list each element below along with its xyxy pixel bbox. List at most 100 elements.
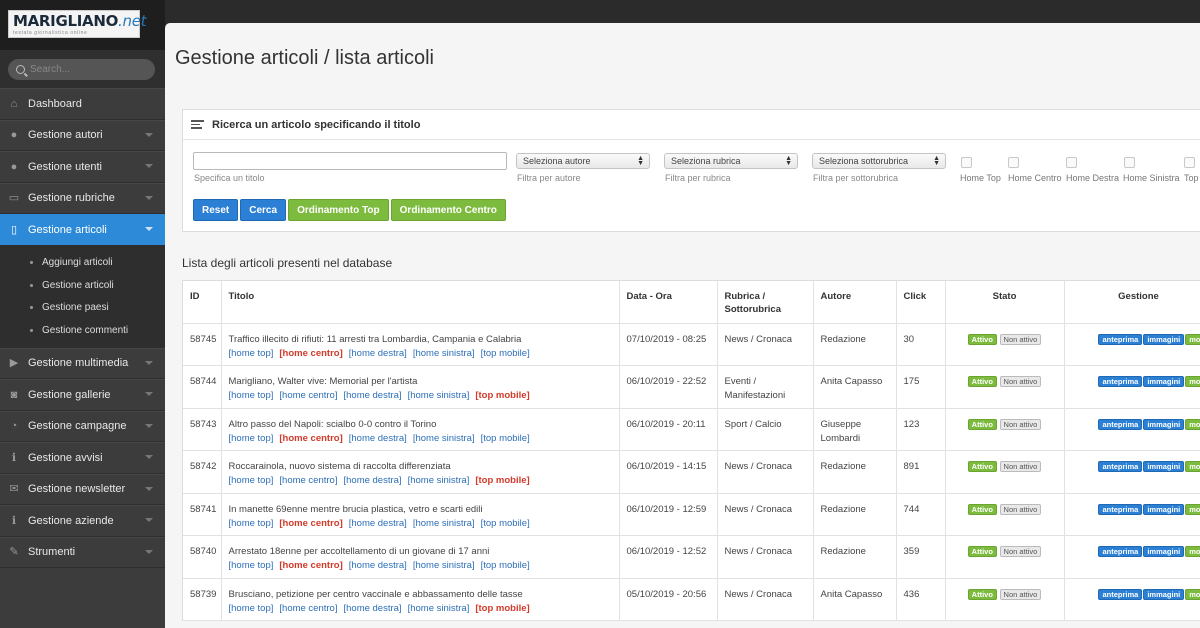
top-mobile-checkbox[interactable] [1184, 157, 1195, 168]
sidebar-item-gestione-articoli[interactable]: ▯ Gestione articoli [0, 214, 165, 246]
placement-link[interactable]: [home sinistra] [408, 390, 470, 401]
col-header-gestione[interactable]: Gestione [1064, 281, 1200, 324]
status-active-button[interactable]: Attivo [967, 546, 997, 557]
images-button[interactable]: immagini [1143, 461, 1185, 472]
placement-link[interactable]: [home centro] [279, 390, 337, 401]
col-header-click[interactable]: Click [896, 281, 946, 324]
status-inactive-button[interactable]: Non attivo [999, 588, 1042, 600]
col-header-data[interactable]: Data - Ora [619, 281, 718, 324]
submenu-item[interactable]: Gestione commenti [0, 319, 165, 342]
images-button[interactable]: immagini [1143, 588, 1185, 600]
reset-button[interactable]: Reset [193, 199, 239, 221]
sidebar-item-gestione-multimedia[interactable]: ▶ Gestione multimedia [0, 347, 165, 379]
preview-button[interactable]: anteprima [1098, 376, 1143, 387]
placement-link[interactable]: [home centro] [279, 433, 342, 444]
edit-button[interactable]: mo [1185, 503, 1200, 515]
home-centro-checkbox[interactable] [1008, 157, 1019, 168]
placement-link[interactable]: [home sinistra] [413, 348, 475, 359]
sidebar-item-gestione-campagne[interactable]: ◔ Gestione campagne [0, 410, 165, 442]
order-top-button[interactable]: Ordinamento Top [288, 199, 389, 221]
logo[interactable]: MARIGLIANO.net testata giornalistica onl… [8, 10, 147, 38]
sidebar-item-gestione-avvisi[interactable]: ℹ Gestione avvisi [0, 442, 165, 474]
home-top-checkbox[interactable] [961, 157, 972, 168]
placement-link[interactable]: [top mobile] [481, 560, 530, 571]
submenu-item[interactable]: Gestione articoli [0, 274, 165, 297]
submenu-item[interactable]: Gestione paesi [0, 297, 165, 320]
placement-link[interactable]: [home top] [229, 560, 274, 571]
status-inactive-button[interactable]: Non attivo [999, 503, 1042, 515]
status-active-button[interactable]: Attivo [967, 418, 997, 430]
images-button[interactable]: immagini [1143, 546, 1185, 557]
status-inactive-button[interactable]: Non attivo [999, 546, 1042, 557]
placement-link[interactable]: [home top] [229, 518, 274, 529]
placement-link[interactable]: [home top] [229, 390, 274, 401]
placement-link[interactable]: [home centro] [279, 560, 342, 571]
placement-link[interactable]: [top mobile] [475, 603, 529, 614]
images-button[interactable]: immagini [1143, 376, 1185, 387]
placement-link[interactable]: [home destra] [343, 603, 401, 614]
sidebar-search-input[interactable] [8, 59, 155, 80]
sidebar-item-gestione-rubriche[interactable]: ▭ Gestione rubriche [0, 182, 165, 214]
placement-link[interactable]: [top mobile] [481, 348, 530, 359]
status-active-button[interactable]: Attivo [967, 588, 997, 600]
placement-link[interactable]: [home centro] [279, 475, 337, 486]
edit-button[interactable]: mo [1185, 333, 1200, 345]
placement-link[interactable]: [home sinistra] [413, 518, 475, 529]
placement-link[interactable]: [home sinistra] [413, 433, 475, 444]
placement-link[interactable]: [top mobile] [475, 475, 529, 486]
placement-link[interactable]: [home top] [229, 348, 274, 359]
images-button[interactable]: immagini [1143, 503, 1185, 515]
preview-button[interactable]: anteprima [1098, 546, 1143, 557]
images-button[interactable]: immagini [1143, 418, 1185, 430]
sidebar-item-gestione-autori[interactable]: ● Gestione autori [0, 119, 165, 151]
placement-link[interactable]: [home sinistra] [408, 475, 470, 486]
col-header-titolo[interactable]: Titolo [221, 281, 620, 324]
col-header-stato[interactable]: Stato [945, 281, 1065, 324]
status-inactive-button[interactable]: Non attivo [999, 333, 1042, 345]
status-active-button[interactable]: Attivo [967, 461, 997, 472]
status-active-button[interactable]: Attivo [967, 376, 997, 387]
placement-link[interactable]: [home destra] [349, 433, 407, 444]
sidebar-item-gestione-utenti[interactable]: ● Gestione utenti [0, 151, 165, 183]
preview-button[interactable]: anteprima [1098, 588, 1143, 600]
status-inactive-button[interactable]: Non attivo [999, 461, 1042, 472]
status-inactive-button[interactable]: Non attivo [999, 418, 1042, 430]
preview-button[interactable]: anteprima [1098, 461, 1143, 472]
placement-link[interactable]: [home destra] [349, 518, 407, 529]
rubrica-select[interactable]: Seleziona rubrica ▲ ▼ [664, 153, 798, 169]
sidebar-item-strumenti[interactable]: ✎ Strumenti [0, 536, 165, 568]
order-center-button[interactable]: Ordinamento Centro [390, 199, 506, 221]
edit-button[interactable]: mo [1185, 376, 1200, 387]
placement-link[interactable]: [top mobile] [481, 518, 530, 529]
placement-link[interactable]: [home sinistra] [413, 560, 475, 571]
placement-link[interactable]: [home top] [229, 475, 274, 486]
preview-button[interactable]: anteprima [1098, 418, 1143, 430]
home-destra-checkbox[interactable] [1066, 157, 1077, 168]
search-button[interactable]: Cerca [240, 199, 287, 221]
preview-button[interactable]: anteprima [1098, 333, 1143, 345]
placement-link[interactable]: [home sinistra] [408, 603, 470, 614]
sidebar-item-gestione-aziende[interactable]: ℹ Gestione aziende [0, 505, 165, 537]
submenu-item[interactable]: Aggiungi articoli [0, 252, 165, 275]
col-header-rubrica[interactable]: Rubrica / Sottorubrica [717, 281, 814, 324]
placement-link[interactable]: [home top] [229, 603, 274, 614]
sidebar-item-dashboard[interactable]: ⌂ Dashboard [0, 88, 165, 120]
col-header-autore[interactable]: Autore [813, 281, 897, 324]
placement-link[interactable]: [home destra] [343, 390, 401, 401]
placement-link[interactable]: [home destra] [349, 560, 407, 571]
placement-link[interactable]: [home centro] [279, 348, 342, 359]
col-header-id[interactable]: ID [183, 281, 222, 324]
placement-link[interactable]: [home top] [229, 433, 274, 444]
edit-button[interactable]: mo [1185, 546, 1200, 557]
home-sinistra-checkbox[interactable] [1124, 157, 1135, 168]
images-button[interactable]: immagini [1143, 333, 1185, 345]
placement-link[interactable]: [home destra] [349, 348, 407, 359]
edit-button[interactable]: mo [1185, 588, 1200, 600]
edit-button[interactable]: mo [1185, 461, 1200, 472]
placement-link[interactable]: [top mobile] [475, 390, 529, 401]
placement-link[interactable]: [top mobile] [481, 433, 530, 444]
preview-button[interactable]: anteprima [1098, 503, 1143, 515]
placement-link[interactable]: [home centro] [279, 603, 337, 614]
sidebar-item-gestione-newsletter[interactable]: ✉ Gestione newsletter [0, 473, 165, 505]
title-search-input[interactable] [193, 152, 507, 170]
